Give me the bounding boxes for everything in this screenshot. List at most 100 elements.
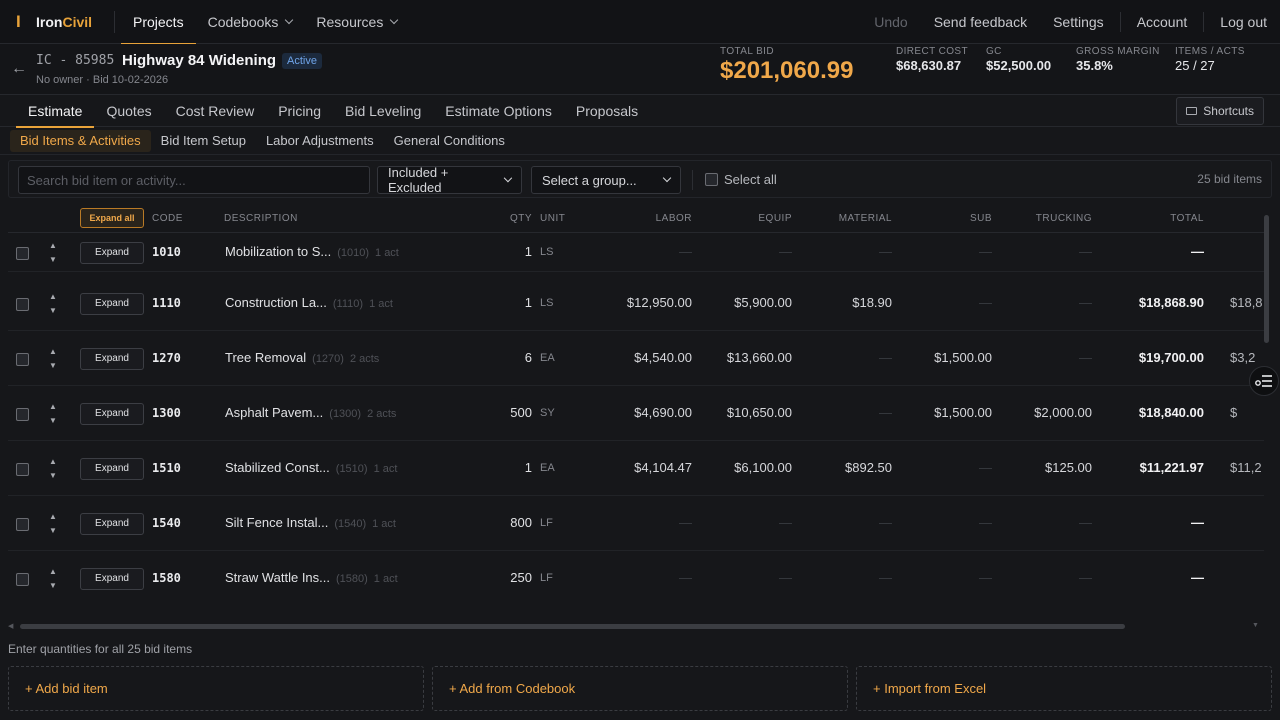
reorder-handle[interactable]: ▲ ▼: [48, 290, 58, 318]
move-down-icon[interactable]: ▼: [48, 469, 58, 483]
trucking-cell[interactable]: —: [992, 295, 1092, 310]
labor-cell[interactable]: $4,104.47: [592, 460, 692, 475]
reorder-handle[interactable]: ▲ ▼: [48, 239, 58, 267]
scroll-right-icon[interactable]: ▼: [1252, 622, 1259, 629]
sub-cell[interactable]: —: [892, 295, 992, 310]
move-down-icon[interactable]: ▼: [48, 304, 58, 318]
expand-button[interactable]: Expand: [80, 241, 144, 264]
material-cell[interactable]: $18.90: [792, 295, 892, 310]
labor-cell[interactable]: $12,950.00: [592, 295, 692, 310]
reorder-handle[interactable]: ▲ ▼: [48, 400, 58, 428]
equip-cell[interactable]: $10,650.00: [692, 405, 792, 420]
settings-link[interactable]: Settings: [1040, 0, 1117, 44]
expand-button[interactable]: Expand: [80, 292, 144, 315]
equip-cell[interactable]: —: [692, 515, 792, 530]
sub-cell[interactable]: —: [892, 570, 992, 585]
sub-cell[interactable]: —: [892, 515, 992, 530]
expand-button[interactable]: Expand: [80, 347, 144, 370]
sub-cell[interactable]: —: [892, 460, 992, 475]
app-logo[interactable]: I IronCivil: [16, 12, 112, 32]
material-cell[interactable]: —: [792, 570, 892, 585]
move-up-icon[interactable]: ▲: [48, 345, 58, 359]
trucking-cell[interactable]: —: [992, 244, 1092, 259]
add-from-codebook-button[interactable]: + Add from Codebook: [432, 666, 848, 711]
bid-item-description[interactable]: Asphalt Pavem... (1300) 2 acts: [225, 405, 396, 420]
row-checkbox[interactable]: [16, 407, 29, 421]
bid-item-description[interactable]: Construction La... (1110) 1 act: [225, 295, 393, 310]
labor-cell[interactable]: —: [592, 244, 692, 259]
material-cell[interactable]: —: [792, 405, 892, 420]
material-cell[interactable]: —: [792, 244, 892, 259]
qty-cell[interactable]: 1: [488, 460, 532, 475]
row-checkbox[interactable]: [16, 462, 29, 476]
back-arrow-icon[interactable]: ←: [11, 60, 27, 78]
qty-cell[interactable]: 250: [488, 570, 532, 585]
move-up-icon[interactable]: ▲: [48, 455, 58, 469]
move-up-icon[interactable]: ▲: [48, 565, 58, 579]
trucking-cell[interactable]: —: [992, 515, 1092, 530]
expand-button[interactable]: Expand: [80, 457, 144, 480]
tab-estimate[interactable]: Estimate: [16, 95, 95, 128]
material-cell[interactable]: —: [792, 350, 892, 365]
table-row[interactable]: ▲ ▼ Expand 1010 Mobilization to S... (1010) 1 …: [8, 233, 1264, 272]
tab-proposals[interactable]: Proposals: [564, 95, 650, 127]
sub-cell[interactable]: $1,500.00: [892, 350, 992, 365]
group-select[interactable]: Select a group...: [531, 166, 681, 194]
floating-menu-button[interactable]: [1249, 366, 1279, 396]
tab-quotes[interactable]: Quotes: [94, 95, 163, 127]
labor-cell[interactable]: $4,540.00: [592, 350, 692, 365]
row-checkbox[interactable]: [16, 246, 29, 260]
trucking-cell[interactable]: $2,000.00: [992, 405, 1092, 420]
trucking-cell[interactable]: —: [992, 570, 1092, 585]
move-up-icon[interactable]: ▲: [48, 400, 58, 414]
send-feedback-button[interactable]: Send feedback: [921, 0, 1040, 44]
account-link[interactable]: Account: [1124, 0, 1201, 44]
nav-item-resources[interactable]: Resources: [304, 0, 409, 44]
trucking-cell[interactable]: $125.00: [992, 460, 1092, 475]
qty-cell[interactable]: 1: [488, 244, 532, 259]
tab-estimate-options[interactable]: Estimate Options: [433, 95, 564, 127]
bid-item-description[interactable]: Tree Removal (1270) 2 acts: [225, 350, 379, 365]
expand-button[interactable]: Expand: [80, 567, 144, 590]
logout-button[interactable]: Log out: [1207, 0, 1280, 44]
bid-item-description[interactable]: Straw Wattle Ins... (1580) 1 act: [225, 570, 398, 585]
table-row[interactable]: ▲ ▼ Expand 1300 Asphalt Pavem... (1300) 2 acts…: [8, 386, 1264, 441]
bid-item-description[interactable]: Silt Fence Instal... (1540) 1 act: [225, 515, 396, 530]
add-bid-item-button[interactable]: + Add bid item: [8, 666, 424, 711]
table-row[interactable]: ▲ ▼ Expand 1540 Silt Fence Instal... (1540) 1 …: [8, 496, 1264, 551]
reorder-handle[interactable]: ▲ ▼: [48, 510, 58, 538]
qty-cell[interactable]: 6: [488, 350, 532, 365]
inclusion-select[interactable]: Included + Excluded: [377, 165, 522, 195]
scroll-left-icon[interactable]: ◀: [8, 622, 13, 630]
sub-cell[interactable]: —: [892, 244, 992, 259]
qty-cell[interactable]: 500: [488, 405, 532, 420]
reorder-handle[interactable]: ▲ ▼: [48, 455, 58, 483]
table-row[interactable]: ▲ ▼ Expand 1270 Tree Removal (1270) 2 acts 6 EA $…: [8, 331, 1264, 386]
row-checkbox[interactable]: [16, 517, 29, 531]
labor-cell[interactable]: —: [592, 515, 692, 530]
expand-all-button[interactable]: Expand all: [80, 208, 144, 228]
move-up-icon[interactable]: ▲: [48, 239, 58, 253]
move-down-icon[interactable]: ▼: [48, 414, 58, 428]
undo-button[interactable]: Undo: [861, 0, 920, 44]
qty-cell[interactable]: 800: [488, 515, 532, 530]
row-checkbox[interactable]: [16, 352, 29, 366]
tab-cost-review[interactable]: Cost Review: [164, 95, 267, 127]
move-down-icon[interactable]: ▼: [48, 524, 58, 538]
subtab-bid-item-setup[interactable]: Bid Item Setup: [151, 130, 256, 152]
table-row[interactable]: ▲ ▼ Expand 1110 Construction La... (1110) 1 ac…: [8, 276, 1264, 331]
horizontal-scrollbar[interactable]: [20, 624, 1125, 629]
move-down-icon[interactable]: ▼: [48, 579, 58, 593]
search-input[interactable]: [18, 166, 370, 194]
material-cell[interactable]: —: [792, 515, 892, 530]
equip-cell[interactable]: $13,660.00: [692, 350, 792, 365]
tab-bid-leveling[interactable]: Bid Leveling: [333, 95, 433, 127]
row-checkbox[interactable]: [16, 572, 29, 586]
table-row[interactable]: ▲ ▼ Expand 1580 Straw Wattle Ins... (1580) 1 a…: [8, 551, 1264, 604]
expand-button[interactable]: Expand: [80, 402, 144, 425]
labor-cell[interactable]: —: [592, 570, 692, 585]
material-cell[interactable]: $892.50: [792, 460, 892, 475]
move-up-icon[interactable]: ▲: [48, 510, 58, 524]
checkbox[interactable]: [705, 173, 718, 186]
equip-cell[interactable]: $5,900.00: [692, 295, 792, 310]
